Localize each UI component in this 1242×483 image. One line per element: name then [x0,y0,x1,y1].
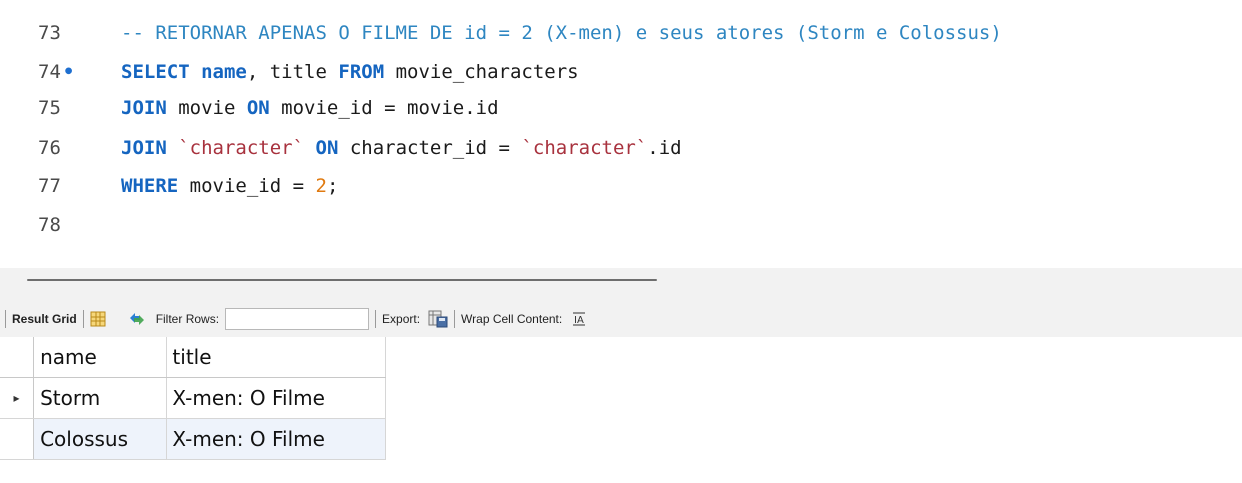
toolbar-separator [5,309,6,328]
code-token-kw: ON [315,137,339,159]
row-indicator [0,418,35,460]
grid-layout-icon[interactable] [90,311,106,327]
editor-result-divider[interactable] [0,268,1242,300]
line-number: 73 [38,17,98,49]
code-token-str: `character` [178,137,305,159]
code-token-txt: movie [166,97,247,119]
code-token-txt: ; [326,175,339,197]
code-token-kw: FROM [338,61,385,83]
code-token-kw: name [201,61,247,83]
code-text[interactable]: WHERE movie_id = 2; [121,170,338,202]
svg-text:IA: IA [574,315,584,326]
code-token-kw: JOIN [121,97,167,119]
filter-rows-label: Filter Rows: [155,311,220,326]
code-token-cmt: -- RETORNAR APENAS O FILME DE id = 2 (X-… [121,22,1002,44]
code-text[interactable]: JOIN movie ON movie_id = movie.id [121,92,499,124]
line-number: 75 [38,92,98,124]
statement-marker-icon: • [62,61,75,83]
table-row[interactable]: Colossus X-men: O Filme [0,418,386,460]
line-number-text: 74 [38,61,61,83]
export-label: Export: [382,311,421,326]
code-token-kw: JOIN [121,137,167,159]
line-number: 74 • [38,56,98,88]
cell-title[interactable]: X-men: O Filme [166,377,386,419]
code-text[interactable]: JOIN `character` ON character_id = `char… [121,132,682,164]
result-grid[interactable]: name title ▸ Storm X-men: O Filme Coloss… [0,337,386,460]
code-token-kw: SELECT [121,61,190,83]
code-token-txt: movie_id = movie.id [269,97,499,119]
line-number-text: 77 [38,175,61,197]
code-token-kw: WHERE [121,175,179,197]
code-token-kw: ON [246,97,270,119]
code-token-txt: movie_characters [384,61,579,83]
line-number: 77 [38,170,98,202]
table-row[interactable]: ▸ Storm X-men: O Filme [0,377,386,419]
column-header-name[interactable]: name [33,337,168,378]
line-number: 76 [38,132,98,164]
cell-title[interactable]: X-men: O Filme [166,418,386,460]
line-number-text: 78 [38,214,61,236]
toolbar-separator [82,309,84,328]
code-text[interactable]: SELECT name, title FROM movie_characters [121,56,579,88]
code-token-txt: character_id = [338,137,522,159]
result-toolbar: Result Grid Filter Rows: Export: Wrap Ce… [0,300,1242,337]
sql-editor[interactable]: 73 -- RETORNAR APENAS O FILME DE id = 2 (… [0,0,1242,268]
line-number: 78 [38,209,98,241]
filter-rows-input[interactable] [225,307,370,330]
horizontal-scrollbar[interactable] [27,279,657,281]
toolbar-separator [375,309,377,328]
refresh-icon[interactable] [128,311,146,327]
wrap-cell-icon[interactable]: IA [572,312,586,326]
cell-name[interactable]: Colossus [33,418,168,460]
line-number-text: 75 [38,97,61,119]
line-number-text: 73 [38,22,61,44]
code-token-str: `character` [521,137,648,159]
toolbar-separator [454,309,456,328]
column-header-title[interactable]: title [166,337,386,378]
code-text[interactable]: -- RETORNAR APENAS O FILME DE id = 2 (X-… [121,17,1002,49]
code-token-txt: .id [647,137,682,159]
wrap-cell-content-label: Wrap Cell Content: [461,311,563,326]
result-grid-label[interactable]: Result Grid [12,312,77,326]
grid-header-row: name title [0,337,386,378]
code-token-txt: , title [246,61,339,83]
code-token-txt: movie_id = [178,175,316,197]
row-indicator-header [0,337,35,378]
line-number-text: 76 [38,137,61,159]
cell-name[interactable]: Storm [33,377,168,419]
current-row-marker-icon: ▸ [0,377,35,419]
export-icon[interactable] [428,310,448,328]
code-token-num: 2 [315,175,327,197]
